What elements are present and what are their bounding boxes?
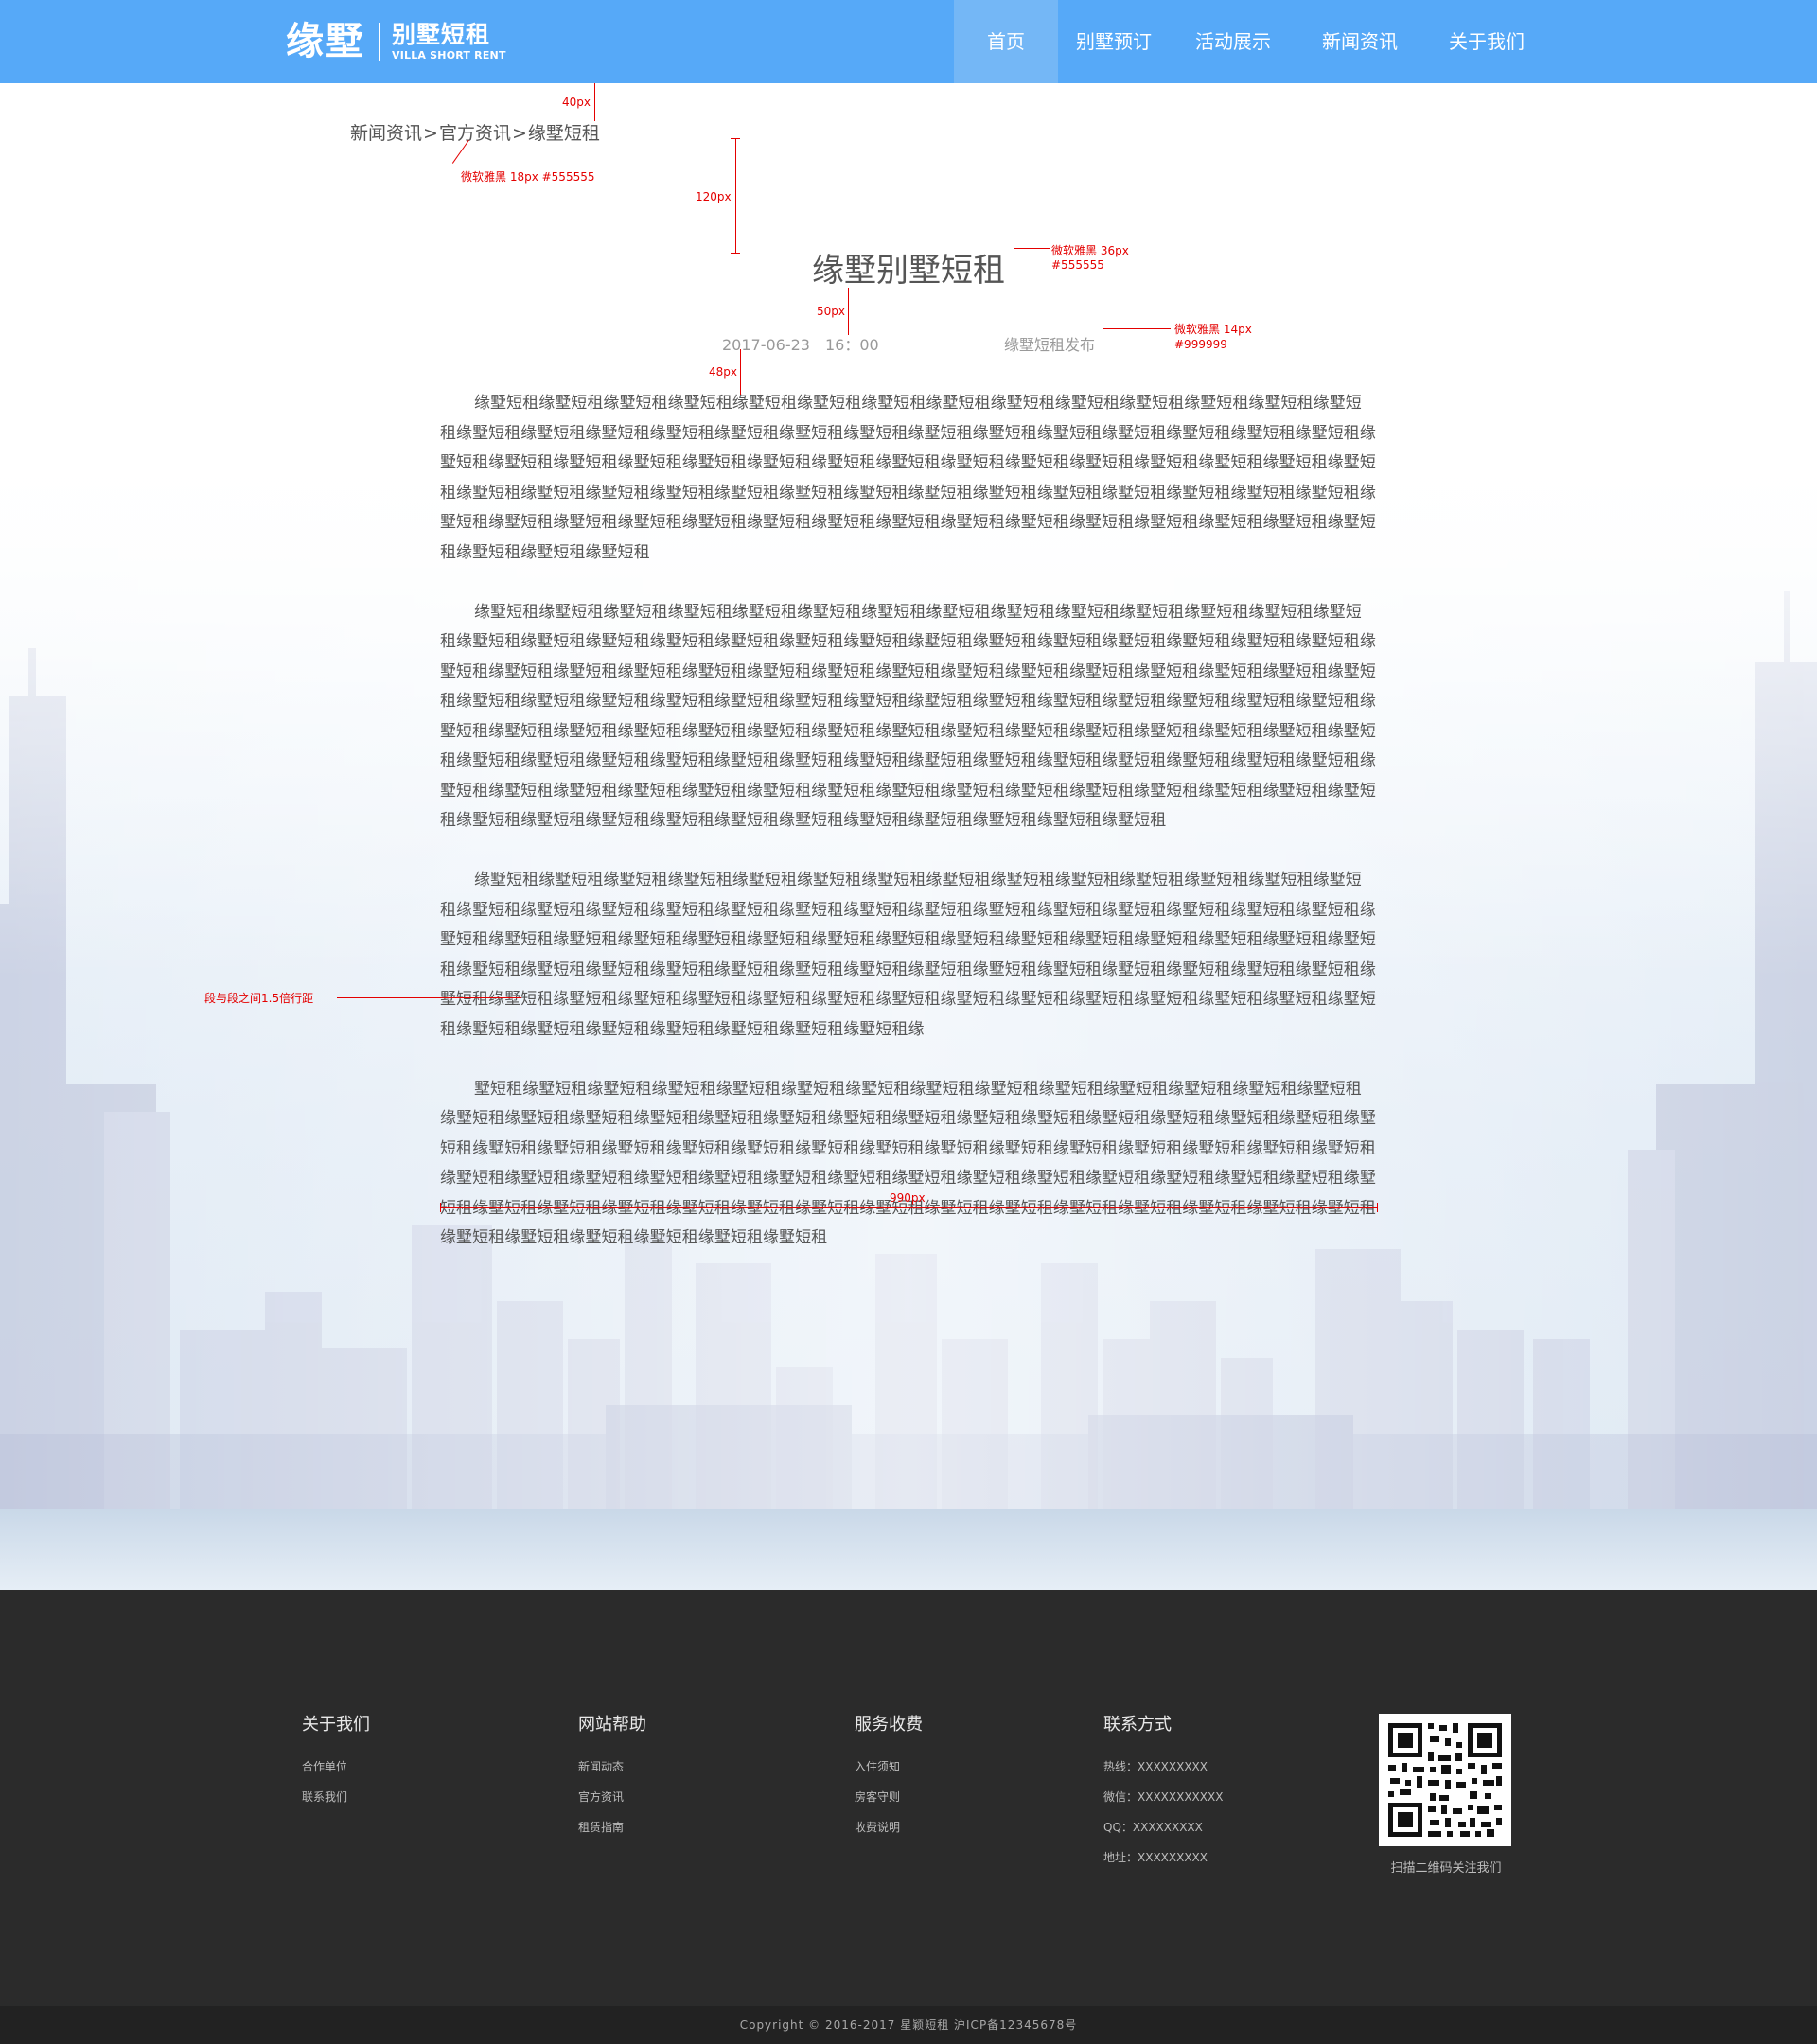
breadcrumb-separator: > xyxy=(511,123,527,144)
annotation-leader xyxy=(1103,328,1171,329)
annotation-48px: 48px xyxy=(709,365,737,379)
article-time: 16：00 xyxy=(824,336,879,354)
annotation-meta-font-1: 微软雅黑 14px xyxy=(1174,323,1252,336)
annotation-50px: 50px xyxy=(817,305,845,318)
annotation-title-font-1: 微软雅黑 36px xyxy=(1051,244,1129,257)
spacing-tick xyxy=(731,253,740,254)
annotation-leader xyxy=(337,997,521,998)
annotation-120px: 120px xyxy=(696,190,732,203)
contact-qq: QQ：XXXXXXXXX xyxy=(1103,1821,1203,1834)
footer-col-fees: 服务收费 入住须知 房客守则 收费说明 xyxy=(855,1711,923,1849)
breadcrumb-item-news[interactable]: 新闻资讯 xyxy=(350,123,422,144)
annotation-990px: 990px xyxy=(890,1191,926,1205)
logo-sub: 别墅短租 VILLA SHORT RENT xyxy=(392,23,506,61)
nav-item-about[interactable]: 关于我们 xyxy=(1423,0,1550,83)
article-paragraph: 缘墅短租缘墅短租缘墅短租缘墅短租缘墅短租缘墅短租缘墅短租缘墅短租缘墅短租缘墅短租… xyxy=(440,871,1376,1039)
footer-link-contact[interactable]: 联系我们 xyxy=(302,1788,370,1805)
logo-divider xyxy=(379,23,380,61)
qr-code-icon xyxy=(1379,1714,1511,1846)
footer-heading: 联系方式 xyxy=(1103,1715,1172,1735)
article-paragraph: 墅短租缘墅短租缘墅短租缘墅短租缘墅短租缘墅短租缘墅短租缘墅短租缘墅短租缘墅短租缘… xyxy=(440,1079,1376,1248)
footer-link-partners[interactable]: 合作单位 xyxy=(302,1758,370,1774)
footer-col-about: 关于我们 合作单位 联系我们 xyxy=(302,1711,370,1819)
article-date: 2017-06-23 xyxy=(722,336,810,354)
breadcrumb-item-official[interactable]: 官方资讯 xyxy=(439,123,511,144)
annotation-40px: 40px xyxy=(562,96,591,109)
spacing-marker-50 xyxy=(848,288,849,335)
article-paragraph: 缘墅短租缘墅短租缘墅短租缘墅短租缘墅短租缘墅短租缘墅短租缘墅短租缘墅短租缘墅短租… xyxy=(440,394,1376,562)
logo-sub-en: VILLA SHORT RENT xyxy=(392,49,506,62)
annotation-title-font-2: #555555 xyxy=(1051,258,1104,272)
footer-link-official[interactable]: 官方资讯 xyxy=(578,1788,646,1805)
footer-link-checkin[interactable]: 入住须知 xyxy=(855,1758,923,1774)
footer-link-rules[interactable]: 房客守则 xyxy=(855,1788,923,1805)
article-body: 缘墅短租缘墅短租缘墅短租缘墅短租缘墅短租缘墅短租缘墅短租缘墅短租缘墅短租缘墅短租… xyxy=(440,389,1377,1283)
breadcrumb-separator: > xyxy=(423,123,438,144)
spacing-marker-48 xyxy=(740,349,741,395)
footer-col-contact: 联系方式 热线：XXXXXXXXX 微信：XXXXXXXXXXX QQ：XXXX… xyxy=(1103,1711,1223,1879)
nav-item-news[interactable]: 新闻资讯 xyxy=(1297,0,1423,83)
breadcrumb: 新闻资讯>官方资讯>缘墅短租 xyxy=(350,119,600,145)
site-logo[interactable]: 缘墅 别墅短租 VILLA SHORT RENT xyxy=(286,19,506,64)
width-tick xyxy=(440,1203,441,1212)
logo-sub-cn: 别墅短租 xyxy=(392,21,491,48)
footer-link-news[interactable]: 新闻动态 xyxy=(578,1758,646,1774)
site-footer: 关于我们 合作单位 联系我们 网站帮助 新闻动态 官方资讯 租赁指南 服务收费 … xyxy=(0,1590,1817,2006)
breadcrumb-item-current: 缘墅短租 xyxy=(527,123,600,144)
footer-heading: 关于我们 xyxy=(302,1715,370,1735)
annotation-meta-font-2: #999999 xyxy=(1174,338,1227,351)
annotation-paragraph-spacing: 段与段之间1.5倍行距 xyxy=(204,992,314,1005)
article-author: 缘墅短租发布 xyxy=(1004,336,1096,354)
nav-item-home[interactable]: 首页 xyxy=(954,0,1058,83)
top-header: 缘墅 别墅短租 VILLA SHORT RENT 首页 别墅预订 活动展示 新闻… xyxy=(0,0,1817,83)
article-paragraph: 缘墅短租缘墅短租缘墅短租缘墅短租缘墅短租缘墅短租缘墅短租缘墅短租缘墅短租缘墅短租… xyxy=(440,602,1376,831)
spacing-marker-40 xyxy=(594,83,595,121)
main-nav: 首页 别墅预订 活动展示 新闻资讯 关于我们 xyxy=(954,0,1550,83)
nav-item-activities[interactable]: 活动展示 xyxy=(1170,0,1297,83)
width-tick xyxy=(1377,1203,1378,1212)
annotation-leader xyxy=(1014,248,1050,249)
footer-link-guide[interactable]: 租赁指南 xyxy=(578,1819,646,1835)
footer-heading: 网站帮助 xyxy=(578,1715,646,1735)
contact-address: 地址：XXXXXXXXX xyxy=(1103,1851,1208,1864)
nav-item-villa-booking[interactable]: 别墅预订 xyxy=(1058,0,1170,83)
article-title: 缘墅别墅短租 xyxy=(812,252,1005,290)
annotation-crumb-font: 微软雅黑 18px #555555 xyxy=(461,170,595,184)
contact-hotline: 热线：XXXXXXXXX xyxy=(1103,1760,1208,1773)
article-datetime: 2017-06-23 16：00 xyxy=(722,332,894,355)
copyright-bar: Copyright © 2016-2017 星颖短租 沪ICP备12345678… xyxy=(0,2006,1817,2044)
footer-link-fees[interactable]: 收费说明 xyxy=(855,1819,923,1835)
footer-col-help: 网站帮助 新闻动态 官方资讯 租赁指南 xyxy=(578,1711,646,1849)
logo-main-text: 缘墅 xyxy=(286,20,365,63)
contact-wechat: 微信：XXXXXXXXXXX xyxy=(1103,1790,1224,1804)
qr-caption: 扫描二维码关注我们 xyxy=(1390,1861,1502,1876)
width-marker-990 xyxy=(440,1207,1377,1208)
footer-heading: 服务收费 xyxy=(855,1715,923,1735)
spacing-marker-120 xyxy=(735,138,736,253)
